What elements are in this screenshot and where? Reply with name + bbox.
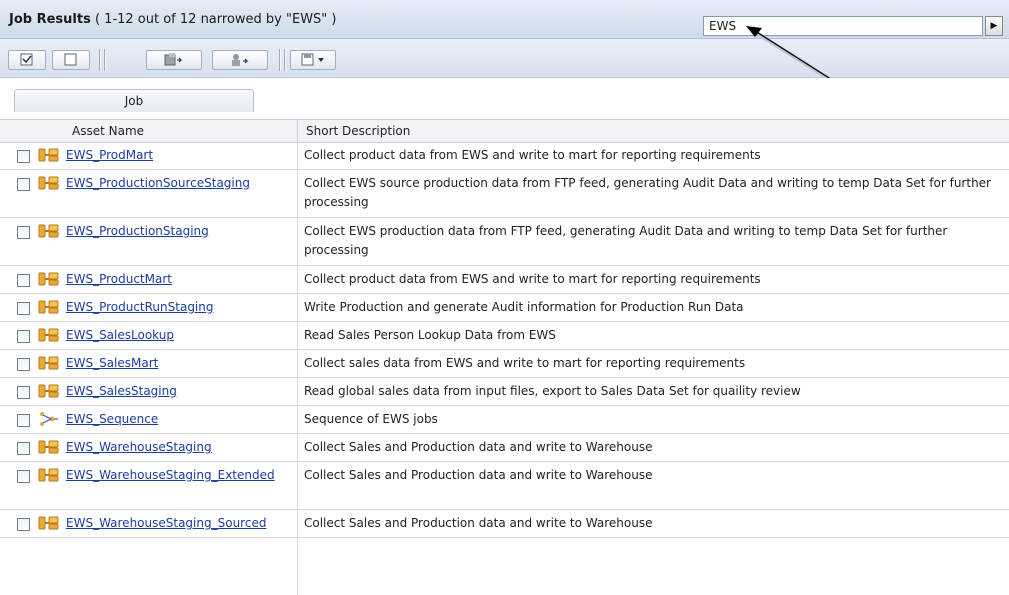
asset-name-link[interactable]: EWS_ProductionStaging [66, 222, 296, 241]
asset-name-link[interactable]: EWS_WarehouseStaging_Extended [66, 466, 296, 485]
table-row[interactable]: EWS_ProductionStaging Collect EWS product… [0, 218, 1009, 266]
checkbox-empty-icon [64, 53, 77, 66]
row-checkbox[interactable] [17, 470, 30, 483]
column-divider [297, 120, 298, 142]
row-checkbox[interactable] [17, 150, 30, 163]
row-checkbox[interactable] [17, 358, 30, 371]
table-row[interactable]: EWS_ProductionSourceStaging Collect EWS s… [0, 170, 1009, 218]
user-assign-icon [232, 54, 249, 66]
toolbar-divider [279, 49, 281, 71]
short-description: Collect EWS source production data from … [304, 176, 991, 209]
parallel-job-icon [38, 327, 60, 343]
assign-user-button[interactable] [212, 50, 268, 70]
folder-assign-icon [164, 53, 183, 66]
table-row[interactable]: EWS_SalesLookup Read Sales Person Lookup … [0, 322, 1009, 350]
row-checkbox[interactable] [17, 302, 30, 315]
toolbar-divider [99, 49, 101, 71]
table-header: Asset Name Short Description [0, 119, 1009, 143]
parallel-job-icon [38, 515, 60, 531]
row-checkbox[interactable] [17, 274, 30, 287]
row-checkbox[interactable] [17, 386, 30, 399]
column-header-short-description[interactable]: Short Description [306, 124, 410, 138]
parallel-job-icon [38, 355, 60, 371]
page-title: Job Results ( 1-12 out of 12 narrowed by… [9, 12, 337, 27]
row-checkbox[interactable] [17, 226, 30, 239]
short-description: Collect product data from EWS and write … [304, 272, 761, 286]
export-menu-button[interactable] [290, 50, 336, 70]
asset-name-link[interactable]: EWS_SalesStaging [66, 382, 296, 401]
table-row[interactable]: EWS_ProductMart Collect product data from… [0, 266, 1009, 294]
row-checkbox[interactable] [17, 442, 30, 455]
short-description: Collect Sales and Production data and wr… [304, 468, 653, 482]
save-dropdown-icon [301, 53, 324, 66]
checkbox-checked-icon [20, 53, 33, 66]
table-row[interactable]: EWS_SalesMart Collect sales data from EWS… [0, 350, 1009, 378]
column-header-asset-name[interactable]: Asset Name [72, 124, 144, 138]
asset-name-link[interactable]: EWS_WarehouseStaging [66, 438, 296, 457]
parallel-job-icon [38, 383, 60, 399]
table-row[interactable]: EWS_WarehouseStaging_Extended Collect Sal… [0, 462, 1009, 510]
row-checkbox[interactable] [17, 178, 30, 191]
parallel-job-icon [38, 299, 60, 315]
tab-job[interactable]: Job [14, 89, 254, 112]
short-description: Read Sales Person Lookup Data from EWS [304, 328, 556, 342]
short-description: Collect sales data from EWS and write to… [304, 356, 746, 370]
sequence-job-icon [38, 411, 60, 427]
short-description: Write Production and generate Audit info… [304, 300, 744, 314]
select-all-button[interactable] [8, 50, 46, 70]
search-go-button[interactable]: ▶ [985, 16, 1003, 36]
table-row[interactable]: EWS_SalesStaging Read global sales data f… [0, 378, 1009, 406]
row-checkbox[interactable] [17, 518, 30, 531]
short-description: Read global sales data from input files,… [304, 384, 801, 398]
parallel-job-icon [38, 271, 60, 287]
asset-name-link[interactable]: EWS_ProductionSourceStaging [66, 174, 296, 193]
asset-name-link[interactable]: EWS_ProductRunStaging [66, 298, 296, 317]
short-description: Collect product data from EWS and write … [304, 148, 761, 162]
asset-name-link[interactable]: EWS_WarehouseStaging_Sourced [66, 514, 296, 533]
row-checkbox[interactable] [17, 330, 30, 343]
short-description: Sequence of EWS jobs [304, 412, 438, 426]
asset-name-link[interactable]: EWS_ProductMart [66, 270, 296, 289]
asset-name-link[interactable]: EWS_Sequence [66, 410, 296, 429]
short-description: Collect Sales and Production data and wr… [304, 516, 653, 530]
asset-name-link[interactable]: EWS_SalesMart [66, 354, 296, 373]
table-row[interactable]: EWS_Sequence Sequence of EWS jobs [0, 406, 1009, 434]
table-row[interactable]: EWS_ProdMart Collect product data from EW… [0, 142, 1009, 170]
toolbar-divider [284, 49, 286, 71]
asset-name-link[interactable]: EWS_SalesLookup [66, 326, 296, 345]
parallel-job-icon [38, 467, 60, 483]
row-checkbox[interactable] [17, 414, 30, 427]
table-row[interactable]: EWS_WarehouseStaging Collect Sales and Pr… [0, 434, 1009, 462]
short-description: Collect Sales and Production data and wr… [304, 440, 653, 454]
toolbar-divider [104, 49, 106, 71]
table-row[interactable]: EWS_ProductRunStaging Write Production an… [0, 294, 1009, 322]
parallel-job-icon [38, 175, 60, 191]
table-row[interactable]: EWS_WarehouseStaging_Sourced Collect Sale… [0, 510, 1009, 538]
short-description: Collect EWS production data from FTP fee… [304, 224, 948, 257]
deselect-all-button[interactable] [52, 50, 90, 70]
parallel-job-icon [38, 223, 60, 239]
parallel-job-icon [38, 147, 60, 163]
assign-asset-button[interactable] [146, 50, 202, 70]
tab-bar: Job [0, 78, 1009, 112]
parallel-job-icon [38, 439, 60, 455]
asset-name-link[interactable]: EWS_ProdMart [66, 146, 296, 165]
